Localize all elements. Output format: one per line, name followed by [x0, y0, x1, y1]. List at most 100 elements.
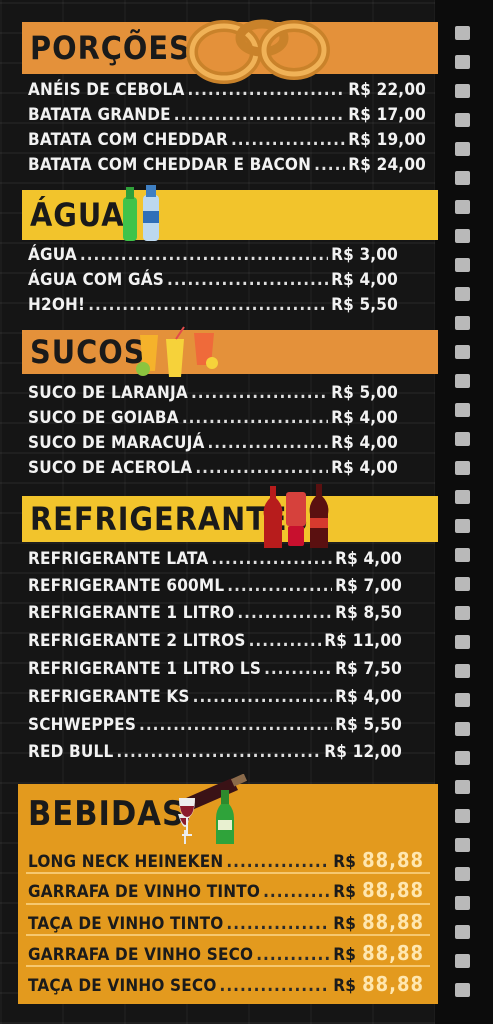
- row-divider: [26, 903, 430, 905]
- menu-board: PORÇÕES ANÉIS DE CEBOLA R$ 22,00 BATATA G…: [0, 0, 493, 1024]
- item-currency: R$: [333, 852, 357, 872]
- leader-dots: [188, 80, 346, 100]
- item-name: ÁGUA: [28, 245, 77, 265]
- leader-dots: [167, 270, 328, 290]
- row-divider: [26, 965, 430, 967]
- item-price: R$ 24,00: [348, 155, 426, 175]
- menu-item: SUCO DE MARACUJÁ R$ 4,00: [28, 433, 398, 455]
- item-price: R$ 8,50: [335, 603, 402, 623]
- menu-item: SUCO DE ACEROLA R$ 4,00: [28, 458, 398, 480]
- film-hole: [455, 432, 470, 446]
- menu-item: H2OH! R$ 5,50: [28, 295, 398, 317]
- item-price: 88,88: [362, 848, 424, 872]
- section-banner-agua: ÁGUA: [22, 190, 438, 240]
- film-hole: [455, 954, 470, 968]
- leader-dots: [314, 155, 345, 175]
- item-name: REFRIGERANTE KS: [28, 687, 190, 707]
- leader-dots: [80, 245, 328, 265]
- item-price: R$ 4,00: [331, 408, 398, 428]
- section-title: SUCOS: [30, 333, 146, 371]
- item-name: SUCO DE LARANJA: [28, 383, 188, 403]
- leader-dots: [220, 976, 331, 996]
- section-banner-sucos: SUCOS: [22, 330, 438, 374]
- film-hole: [455, 200, 470, 214]
- film-hole: [455, 664, 470, 678]
- film-hole: [455, 84, 470, 98]
- menu-item: SUCO DE GOIABA R$ 4,00: [28, 408, 398, 430]
- leader-dots: [264, 659, 332, 679]
- film-hole: [455, 925, 470, 939]
- film-hole: [455, 838, 470, 852]
- leader-dots: [193, 687, 332, 707]
- section-panel-bebidas: BEBIDAS LONG NECK HEINEKENR$88,88 GARRAF…: [18, 774, 438, 1004]
- leader-dots: [249, 631, 322, 651]
- item-name: GARRAFA DE VINHO SECO: [28, 945, 254, 965]
- film-hole: [455, 258, 470, 272]
- menu-item: REFRIGERANTE 1 LITRO LS R$ 7,50: [28, 659, 402, 681]
- item-price: R$ 5,50: [335, 715, 402, 735]
- item-price: R$ 11,00: [324, 631, 402, 651]
- film-hole: [455, 142, 470, 156]
- menu-item: ANÉIS DE CEBOLA R$ 22,00: [28, 80, 426, 102]
- leader-dots: [139, 715, 332, 735]
- film-hole: [455, 693, 470, 707]
- film-hole: [455, 490, 470, 504]
- item-price: R$ 4,00: [335, 549, 402, 569]
- item-price: R$ 3,00: [331, 245, 398, 265]
- item-name: BATATA COM CHEDDAR E BACON: [28, 155, 312, 175]
- film-strip: [435, 0, 493, 1024]
- item-price: R$ 5,00: [331, 383, 398, 403]
- item-price: R$ 19,00: [348, 130, 426, 150]
- item-price: R$ 4,00: [331, 433, 398, 453]
- menu-item: BATATA COM CHEDDAR R$ 19,00: [28, 130, 426, 152]
- menu-item: TAÇA DE VINHO TINTO R$88,88: [28, 910, 424, 934]
- leader-dots: [116, 742, 321, 762]
- item-name: TAÇA DE VINHO TINTO: [28, 914, 224, 934]
- leader-dots: [226, 852, 330, 872]
- leader-dots: [263, 882, 330, 902]
- item-name: BATATA COM CHEDDAR: [28, 130, 228, 150]
- film-hole: [455, 896, 470, 910]
- beer-bottle-icon: [216, 790, 234, 844]
- item-name: REFRIGERANTE 1 LITRO: [28, 603, 235, 623]
- leader-dots: [208, 433, 329, 453]
- menu-item: ÁGUA R$ 3,00: [28, 245, 398, 267]
- leader-dots: [227, 576, 332, 596]
- menu-item: SCHWEPPES R$ 5,50: [28, 715, 402, 737]
- item-price: R$ 4,00: [335, 687, 402, 707]
- item-currency: R$: [333, 976, 357, 996]
- leader-dots: [226, 914, 330, 934]
- film-hole: [455, 55, 470, 69]
- item-name: GARRAFA DE VINHO TINTO: [28, 882, 261, 902]
- row-divider: [26, 934, 430, 936]
- item-price: R$ 7,00: [335, 576, 402, 596]
- wine-glass-icon: [179, 798, 195, 836]
- item-price: R$ 17,00: [348, 105, 426, 125]
- menu-item: BATATA GRANDE R$ 17,00: [28, 105, 426, 127]
- film-hole: [455, 635, 470, 649]
- film-hole: [455, 809, 470, 823]
- film-hole: [455, 345, 470, 359]
- film-hole: [455, 287, 470, 301]
- item-name: SUCO DE ACEROLA: [28, 458, 193, 478]
- film-hole: [455, 403, 470, 417]
- section-title: ÁGUA: [30, 196, 125, 234]
- item-price: R$ 12,00: [324, 742, 402, 762]
- menu-item: REFRIGERANTE 2 LITROS R$ 11,00: [28, 631, 402, 653]
- item-price: R$ 7,50: [335, 659, 402, 679]
- item-name: REFRIGERANTE 600ML: [28, 576, 225, 596]
- film-hole: [455, 229, 470, 243]
- item-name: SCHWEPPES: [28, 715, 137, 735]
- menu-item: ÁGUA COM GÁS R$ 4,00: [28, 270, 398, 292]
- leader-dots: [237, 603, 332, 623]
- onion-rings-icon: [186, 19, 330, 84]
- menu-item: REFRIGERANTE 600ML R$ 7,00: [28, 576, 402, 598]
- item-name: REFRIGERANTE 1 LITRO LS: [28, 659, 262, 679]
- leader-dots: [231, 130, 345, 150]
- menu-item: GARRAFA DE VINHO SECO R$88,88: [28, 941, 424, 965]
- item-price: 88,88: [362, 941, 424, 965]
- section-banner-refrigerantes: REFRIGERANTES: [22, 496, 438, 542]
- menu-item: REFRIGERANTE LATA R$ 4,00: [28, 549, 402, 571]
- item-name: TAÇA DE VINHO SECO: [28, 976, 217, 996]
- film-hole: [455, 519, 470, 533]
